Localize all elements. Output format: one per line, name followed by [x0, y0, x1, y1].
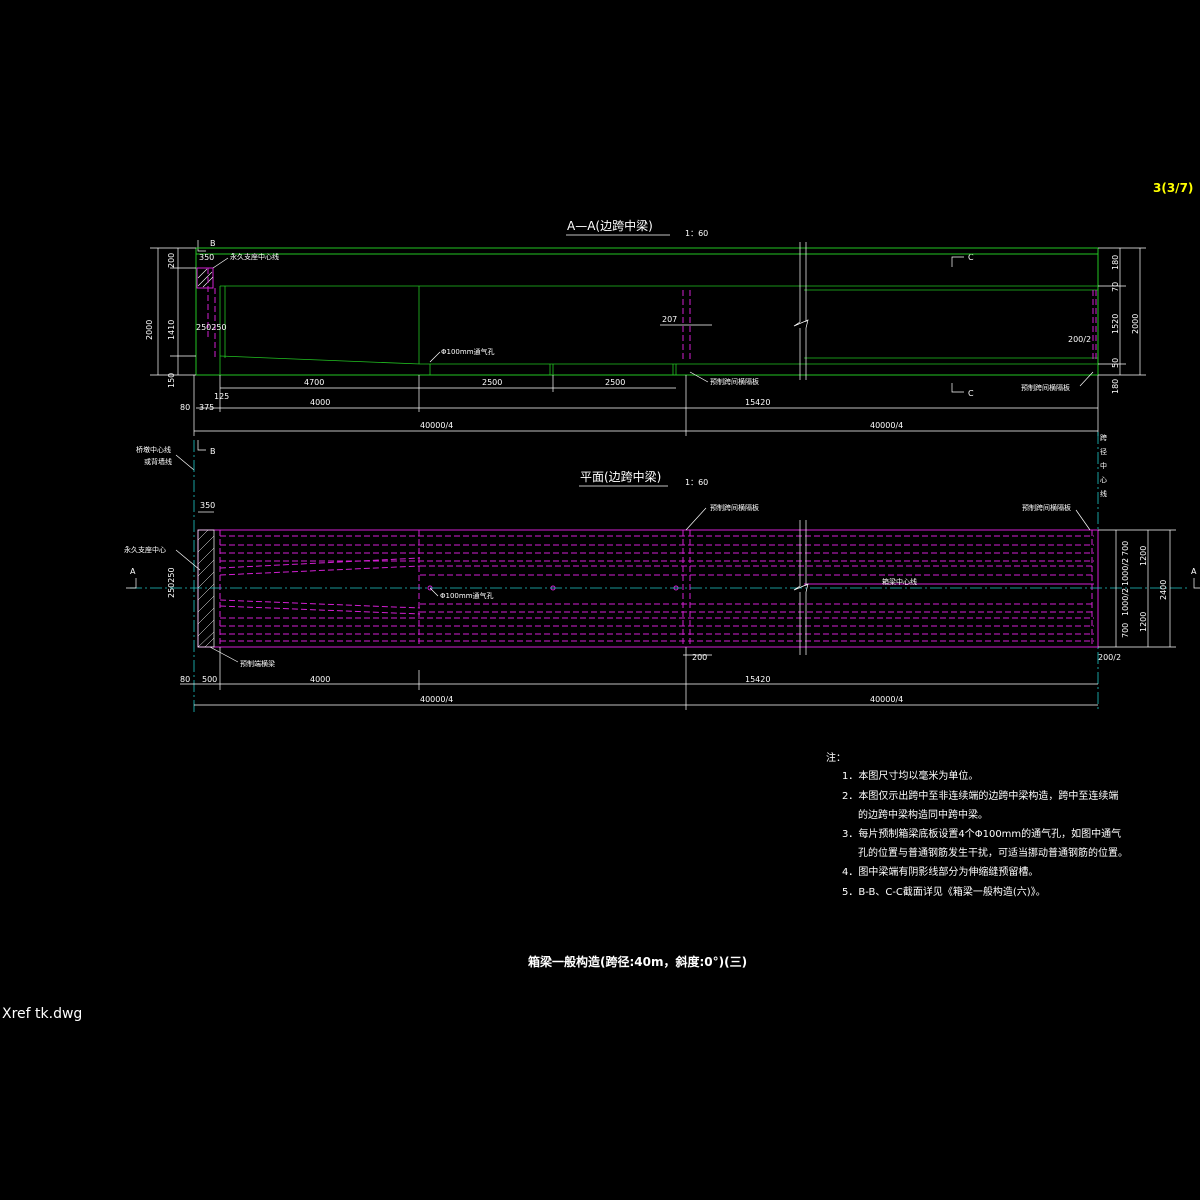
- label-diaphragm-plan-2: 预制跨间横隔板: [1022, 503, 1071, 512]
- dim-200-left: 200: [167, 253, 176, 268]
- xref-label: Xref tk.dwg: [2, 1006, 82, 1022]
- label-support-centerline: 永久支座中心线: [230, 252, 279, 261]
- dim-2400: 2400: [1159, 580, 1168, 600]
- label-diaphragm-section: 预制跨间横隔板: [710, 377, 759, 386]
- dim-50-right: 50: [1111, 358, 1120, 368]
- plan-title: 平面(边跨中梁): [580, 469, 661, 484]
- dim-1520-right: 1520: [1111, 314, 1120, 334]
- note-item: 5．B-B、C-C截面详见《箱梁一般构造(六)》。: [842, 885, 1046, 898]
- dim-half-b-plan: 40000/4: [870, 695, 903, 704]
- label-beam-centerline: 箱梁中心线: [882, 577, 917, 586]
- plan-break-line: [793, 520, 809, 655]
- label-vent-hole-section: Φ100mm通气孔: [441, 347, 495, 356]
- dim-350-plan: 350: [200, 501, 215, 510]
- label-pier-centerline-2: 或背墙线: [144, 457, 172, 466]
- note-item: 3．每片预制箱梁底板设置4个Φ100mm的通气孔，如图中通气: [842, 827, 1121, 840]
- plan-marker-b: B: [210, 447, 216, 456]
- label-vent-hole-plan: Φ100mm通气孔: [440, 591, 494, 600]
- dim-half-a-plan: 40000/4: [420, 695, 453, 704]
- label-support-center: 永久支座中心: [124, 545, 166, 554]
- dim-250-plan: 250250: [167, 567, 176, 598]
- dim-375: 375: [199, 403, 214, 412]
- dim-1200-top: 1200: [1139, 546, 1148, 566]
- dim-2000-right: 2000: [1131, 314, 1140, 334]
- dim-4000-section: 4000: [310, 398, 330, 407]
- dim-150-left: 150: [167, 373, 176, 388]
- dim-1200-bot: 1200: [1139, 612, 1148, 632]
- plan-tendons: [219, 530, 1094, 647]
- label-pier-centerline-1: 桥墩中心线: [136, 445, 171, 454]
- dim-2500a: 2500: [482, 378, 502, 387]
- dim-half-b-section: 40000/4: [870, 421, 903, 430]
- section-marker-b: B: [210, 239, 216, 248]
- dim-15420-section: 15420: [745, 398, 770, 407]
- drawing-canvas: 3(3/7) A—A(边跨中梁) 1：60 B C C 永久支座中心线 Φ100…: [2, 181, 1200, 1022]
- svg-text:中: 中: [1100, 461, 1107, 470]
- note-item: 2．本图仅示出跨中至非连续端的边跨中梁构造，跨中至连续端: [842, 789, 1118, 802]
- dim-200-plan: 200: [692, 653, 707, 662]
- dim-4700: 4700: [304, 378, 324, 387]
- dim-80-plan: 80: [180, 675, 190, 684]
- note-item: 4．图中梁端有阴影线部分为伸缩缝预留槽。: [842, 865, 1038, 878]
- dim-80-section: 80: [180, 403, 190, 412]
- dim-half-a-section: 40000/4: [420, 421, 453, 430]
- section-beam-outline: [195, 247, 1099, 376]
- dim-2500b: 2500: [605, 378, 625, 387]
- plan-scale: 1：60: [685, 478, 708, 487]
- section-title: A—A(边跨中梁): [567, 218, 653, 233]
- section-scale: 1：60: [685, 229, 708, 238]
- note-item: 的边跨中梁构造同中跨中梁。: [858, 808, 988, 821]
- plan-marker-a-right: A: [1191, 567, 1197, 576]
- dim-125: 125: [214, 392, 229, 401]
- svg-text:线: 线: [1100, 489, 1107, 498]
- label-span-centerline: 跨 径 中 心 线: [1100, 433, 1107, 498]
- dim-700-top: 700: [1121, 541, 1130, 556]
- notes-block: 注： 1．本图尺寸均以毫米为单位。 2．本图仅示出跨中至非连续端的边跨中梁构造，…: [826, 751, 1128, 898]
- dim-200-2-section: 200/2: [1068, 335, 1091, 344]
- dim-70-right: 70: [1111, 282, 1120, 292]
- label-diaphragm-end-section: 预制跨间横隔板: [1021, 383, 1070, 392]
- plan-marker-a-left: A: [130, 567, 136, 576]
- note-item: 1．本图尺寸均以毫米为单位。: [842, 769, 978, 782]
- dim-4000-plan: 4000: [310, 675, 330, 684]
- label-diaphragm-plan-1: 预制跨间横隔板: [710, 503, 759, 512]
- dim-700-bot: 700: [1121, 623, 1130, 638]
- dim-15420-plan: 15420: [745, 675, 770, 684]
- label-end-beam: 预制端横梁: [240, 659, 275, 668]
- section-marker-c-bottom: C: [968, 389, 974, 398]
- section-break-line: [793, 242, 809, 380]
- dim-2000-left: 2000: [145, 320, 154, 340]
- svg-text:跨: 跨: [1100, 433, 1107, 442]
- dim-207: 207: [662, 315, 677, 324]
- svg-text:径: 径: [1100, 447, 1107, 456]
- dim-250-250: 250250: [196, 323, 227, 332]
- drawing-title: 箱梁一般构造(跨径:40m，斜度:0°)(三): [528, 954, 747, 969]
- dim-500-plan: 500: [202, 675, 217, 684]
- dim-350-top: 350: [199, 253, 214, 262]
- dim-1000-2-bot: 1000/2: [1121, 588, 1130, 616]
- sheet-number: 3(3/7): [1153, 181, 1193, 195]
- dim-180-right-top: 180: [1111, 255, 1120, 270]
- section-dims-right: [1098, 247, 1146, 376]
- dim-180-right-bottom: 180: [1111, 379, 1120, 394]
- dim-1410-left: 1410: [167, 320, 176, 340]
- note-item: 孔的位置与普通钢筋发生干扰，可适当挪动普通钢筋的位置。: [858, 846, 1128, 859]
- dim-1000-2-top: 1000/2: [1121, 558, 1130, 586]
- notes-heading: 注：: [826, 751, 846, 764]
- plan-beam-outline: [197, 529, 1099, 648]
- svg-text:心: 心: [1100, 476, 1107, 484]
- dim-200-2-plan: 200/2: [1098, 653, 1121, 662]
